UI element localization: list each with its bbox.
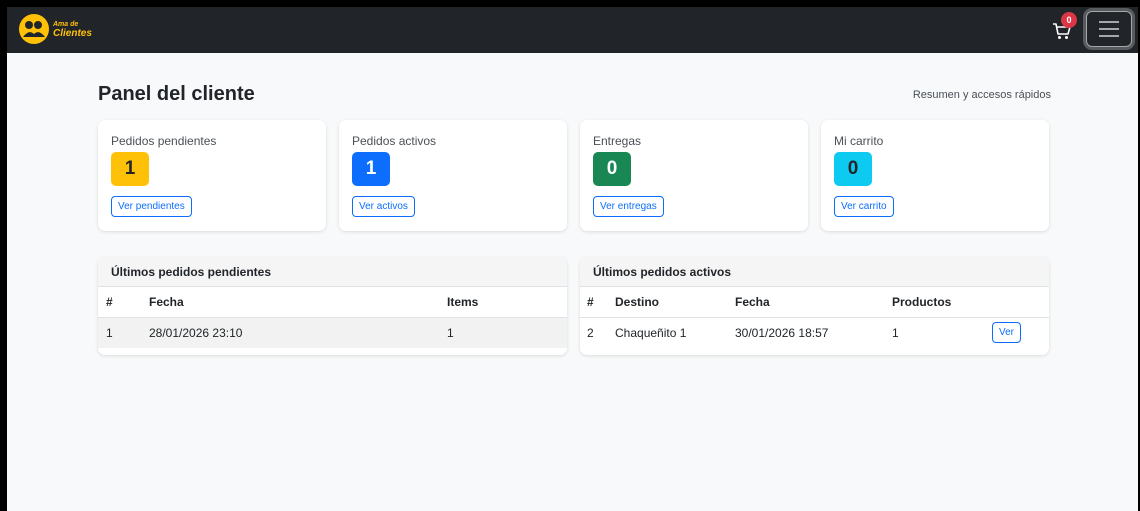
cell-date: 30/01/2026 18:57: [735, 325, 829, 340]
view-deliveries-button[interactable]: Ver entregas: [593, 196, 664, 217]
top-navbar: Ama de Clientes 0: [7, 7, 1138, 53]
active-orders-card: Últimos pedidos activos # Destino Fecha …: [580, 257, 1049, 355]
view-order-button[interactable]: Ver: [992, 322, 1022, 344]
stat-card-active: Pedidos activos 1 Ver activos: [339, 120, 567, 231]
logo-people-icon: [19, 14, 49, 44]
stat-label: Entregas: [593, 134, 642, 148]
view-cart-button[interactable]: Ver carrito: [834, 196, 894, 217]
table-header-row: # Fecha Items: [98, 287, 567, 318]
cell-date: 28/01/2026 23:10: [149, 325, 243, 340]
table-header-row: # Destino Fecha Productos: [580, 287, 1049, 318]
hamburger-icon-line: [1099, 28, 1119, 30]
logo-text: Ama de Clientes: [53, 20, 92, 39]
hamburger-icon-line: [1099, 21, 1119, 23]
cart-count-badge: 0: [1061, 12, 1077, 28]
cart-button[interactable]: 0: [1048, 12, 1077, 44]
column-header-actions: [992, 287, 1049, 318]
column-header-date: Fecha: [149, 287, 447, 318]
stat-value-badge: 0: [593, 152, 631, 186]
column-header-products: Productos: [892, 287, 992, 318]
stat-label: Pedidos activos: [352, 134, 437, 148]
pending-orders-card: Últimos pedidos pendientes # Fecha Items…: [98, 257, 567, 355]
stat-label: Mi carrito: [834, 134, 884, 148]
app-frame: Ama de Clientes 0 Panel del cliente Resu…: [7, 7, 1138, 511]
column-header-items: Items: [447, 287, 567, 318]
column-header-destination: Destino: [615, 287, 735, 318]
logo-text-big: Clientes: [53, 28, 92, 39]
cell-products: 1: [892, 325, 899, 340]
stat-card-cart: Mi carrito 0 Ver carrito: [821, 120, 1049, 231]
column-header-date: Fecha: [735, 287, 892, 318]
cell-destination: Chaqueñito 1: [615, 325, 687, 340]
stat-value-badge: 0: [834, 152, 872, 186]
table-row[interactable]: 2 Chaqueñito 1 30/01/2026 18:57 1 Ver: [580, 317, 1049, 348]
page-subtitle: Resumen y accesos rápidos: [912, 89, 1051, 101]
cell-number: 1: [106, 325, 113, 340]
page-title: Panel del cliente: [98, 83, 255, 105]
active-orders-table: # Destino Fecha Productos 2 Chaqueñito 1…: [580, 287, 1049, 348]
stat-value-badge: 1: [352, 152, 390, 186]
table-row[interactable]: 1 28/01/2026 23:10 1: [98, 317, 567, 348]
menu-toggle-button[interactable]: [1083, 8, 1135, 50]
stat-value-badge: 1: [111, 152, 149, 186]
stat-label: Pedidos pendientes: [111, 134, 217, 148]
column-header-number: #: [580, 287, 615, 318]
brand-logo[interactable]: Ama de Clientes: [19, 14, 92, 44]
stat-card-pending: Pedidos pendientes 1 Ver pendientes: [98, 120, 326, 231]
pending-orders-title: Últimos pedidos pendientes: [98, 257, 567, 287]
active-orders-title: Últimos pedidos activos: [580, 257, 1049, 287]
column-header-number: #: [98, 287, 149, 318]
view-active-button[interactable]: Ver activos: [352, 196, 415, 217]
cell-number: 2: [587, 325, 594, 340]
pending-orders-table: # Fecha Items 1 28/01/2026 23:10 1: [98, 287, 567, 348]
view-pending-button[interactable]: Ver pendientes: [111, 196, 192, 217]
cell-actions: Ver: [992, 317, 1049, 348]
hamburger-icon-line: [1099, 35, 1119, 37]
cell-items: 1: [447, 325, 454, 340]
stat-card-deliveries: Entregas 0 Ver entregas: [580, 120, 808, 231]
